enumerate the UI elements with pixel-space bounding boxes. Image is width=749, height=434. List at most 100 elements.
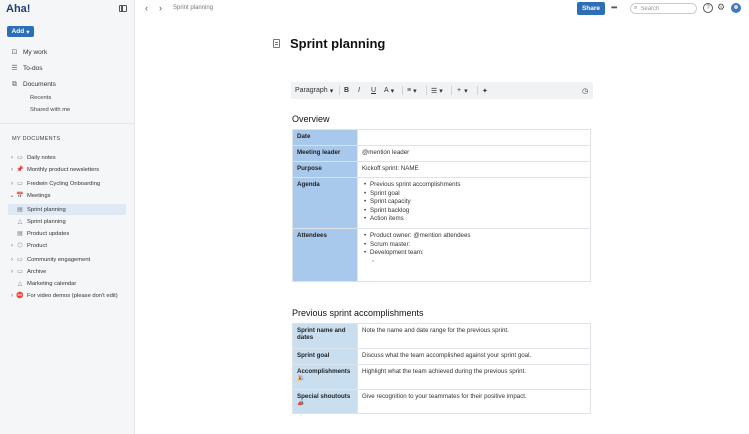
table-value-cell[interactable]: Discuss what the team accomplished again… xyxy=(357,348,591,365)
chevron-right-icon[interactable]: › xyxy=(8,167,16,173)
italic-button[interactable]: I xyxy=(358,85,360,96)
doc-item[interactable]: △ Sprint planning xyxy=(8,216,126,227)
table-row: Sprint goal Discuss what the team accomp… xyxy=(292,348,591,365)
chevron-right-icon[interactable]: › xyxy=(8,293,16,299)
doc-item[interactable]: › ⬡ Product xyxy=(8,240,126,251)
document-icon: ▤ xyxy=(17,231,23,237)
search-icon: ⌕ xyxy=(634,5,638,11)
doc-item[interactable]: › ▭ Daily notes xyxy=(8,152,126,163)
chevron-down-icon: ▾ xyxy=(329,87,334,95)
more-options-icon[interactable]: ••• xyxy=(611,3,617,12)
table-label-cell[interactable]: Accomplishments 🎉 xyxy=(292,364,358,390)
table-label-cell[interactable]: Purpose xyxy=(292,161,358,178)
table-value-cell[interactable]: Kickoff sprint: NAME xyxy=(357,161,591,178)
nav-shared-with-me[interactable]: Shared with me xyxy=(30,107,70,113)
avatar[interactable] xyxy=(731,3,741,13)
nav-my-work[interactable]: ⊡ My work xyxy=(11,47,48,57)
underline-button[interactable]: U xyxy=(371,85,376,96)
section-heading-overview[interactable]: Overview xyxy=(292,114,330,124)
doc-item[interactable]: ⌄ 📅 Meetings xyxy=(8,190,126,201)
doc-item-label: Daily notes xyxy=(27,154,56,161)
document-icon: ▤ xyxy=(17,207,23,213)
breadcrumb[interactable]: Sprint planning xyxy=(173,5,213,11)
doc-item[interactable]: › ▭ Community engagement xyxy=(8,254,126,265)
doc-item[interactable]: › 📌 Monthly product newsletters xyxy=(8,164,126,175)
list-item: Scrum master: xyxy=(362,241,586,250)
doc-item-label: Fredwin Cycling Onboarding xyxy=(27,180,101,187)
doc-item-label: Community engagement xyxy=(27,256,91,263)
nav-todos-label: To-dos xyxy=(23,64,43,72)
attendees-list: Product owner: @mention attendees Scrum … xyxy=(362,232,586,266)
table-value-cell[interactable]: Note the name and date range for the pre… xyxy=(357,323,591,349)
sidebar-toggle-icon[interactable] xyxy=(119,5,127,12)
doc-item-active[interactable]: ▤ Sprint planning xyxy=(8,204,126,215)
help-icon[interactable]: ? xyxy=(703,3,713,13)
doc-item[interactable]: › ⛔ For video demos (please don't edit) xyxy=(8,290,126,301)
table-value-cell[interactable]: Product owner: @mention attendees Scrum … xyxy=(357,228,591,282)
doc-item[interactable]: △ Marketing calendar xyxy=(8,278,126,289)
app-logo[interactable]: Aha! xyxy=(6,3,30,15)
doc-item[interactable]: ▤ Product updates xyxy=(8,228,126,239)
chevron-right-icon[interactable]: › xyxy=(8,243,16,249)
document-icon xyxy=(273,39,280,48)
back-arrow-icon[interactable]: ‹ xyxy=(145,3,148,13)
bullet-list-icon: ☰ xyxy=(431,87,438,95)
list-item: Previous sprint accomplishments xyxy=(362,181,586,190)
chevron-down-icon: ▾ xyxy=(390,87,395,95)
table-row: Agenda Previous sprint accomplishments S… xyxy=(292,177,591,229)
list-item: Product owner: @mention attendees xyxy=(362,232,586,241)
gear-icon[interactable]: ⚙ xyxy=(717,2,725,13)
table-label-cell[interactable]: Meeting leader xyxy=(292,145,358,162)
agenda-list: Previous sprint accomplishments Sprint g… xyxy=(362,181,586,224)
table-row: Date xyxy=(292,129,591,146)
table-value-cell[interactable]: @mention leader xyxy=(357,145,591,162)
bold-button[interactable]: B xyxy=(344,85,349,96)
no-entry-icon: ⛔ xyxy=(16,293,24,299)
table-value-cell[interactable]: Previous sprint accomplishments Sprint g… xyxy=(357,177,591,229)
calendar-icon: 📅 xyxy=(16,193,24,199)
nav-recents[interactable]: Recents xyxy=(30,95,51,101)
search-input[interactable] xyxy=(640,5,691,12)
chevron-right-icon[interactable]: › xyxy=(8,155,16,161)
list-item: Action items xyxy=(362,215,586,224)
table-label-cell[interactable]: Special shoutouts 📣 xyxy=(292,389,358,414)
list-item: Sprint capacity xyxy=(362,198,586,207)
folder-icon: ▭ xyxy=(17,257,23,263)
table-label-cell[interactable]: Sprint goal xyxy=(292,348,358,365)
history-icon[interactable]: ◷ xyxy=(582,85,588,96)
share-button[interactable]: Share xyxy=(577,2,605,15)
text-color-label: A xyxy=(384,87,389,94)
doc-item[interactable]: › ▭ Fredwin Cycling Onboarding xyxy=(8,178,126,189)
list-dropdown[interactable]: ☰ ▾ xyxy=(431,85,443,96)
table-label-cell[interactable]: Sprint name and dates xyxy=(292,323,358,349)
paragraph-style-dropdown[interactable]: Paragraph ▾ xyxy=(295,85,333,96)
table-value-cell[interactable]: Give recognition to your teammates for t… xyxy=(357,389,591,414)
add-button[interactable]: Add ▾ xyxy=(7,26,34,37)
search-box[interactable]: ⌕ xyxy=(630,3,697,14)
forward-arrow-icon[interactable]: › xyxy=(159,3,162,13)
insert-label: + xyxy=(457,87,462,94)
table-label-cell[interactable]: Date xyxy=(292,129,358,146)
whiteboard-icon: △ xyxy=(17,219,23,225)
nav-todos[interactable]: ☰ To-dos xyxy=(11,63,43,73)
page-title[interactable]: Sprint planning xyxy=(290,36,385,51)
chevron-right-icon[interactable]: › xyxy=(8,257,16,263)
text-color-button[interactable]: A ▾ xyxy=(384,85,394,96)
table-row: Meeting leader @mention leader xyxy=(292,145,591,162)
toolbar-divider xyxy=(402,86,403,95)
ai-wand-icon[interactable]: ✦ xyxy=(482,85,488,96)
table-value-cell[interactable] xyxy=(357,129,591,146)
chevron-down-icon: ▾ xyxy=(26,28,30,36)
table-label-cell[interactable]: Agenda xyxy=(292,177,358,229)
chevron-right-icon[interactable]: › xyxy=(8,269,16,275)
align-dropdown[interactable]: ≡ ▾ xyxy=(407,85,417,96)
nav-documents[interactable]: ⧉ Documents xyxy=(11,79,56,89)
insert-dropdown[interactable]: + ▾ xyxy=(457,85,468,96)
section-heading-previous-sprint[interactable]: Previous sprint accomplishments xyxy=(292,308,424,318)
chevron-right-icon[interactable]: › xyxy=(8,181,16,187)
table-value-cell[interactable]: Highlight what the team achieved during … xyxy=(357,364,591,390)
table-label-cell[interactable]: Attendees xyxy=(292,228,358,282)
chevron-down-icon[interactable]: ⌄ xyxy=(8,192,16,199)
list-item: Sprint backlog xyxy=(362,207,586,216)
doc-item[interactable]: › ▭ Archive xyxy=(8,266,126,277)
